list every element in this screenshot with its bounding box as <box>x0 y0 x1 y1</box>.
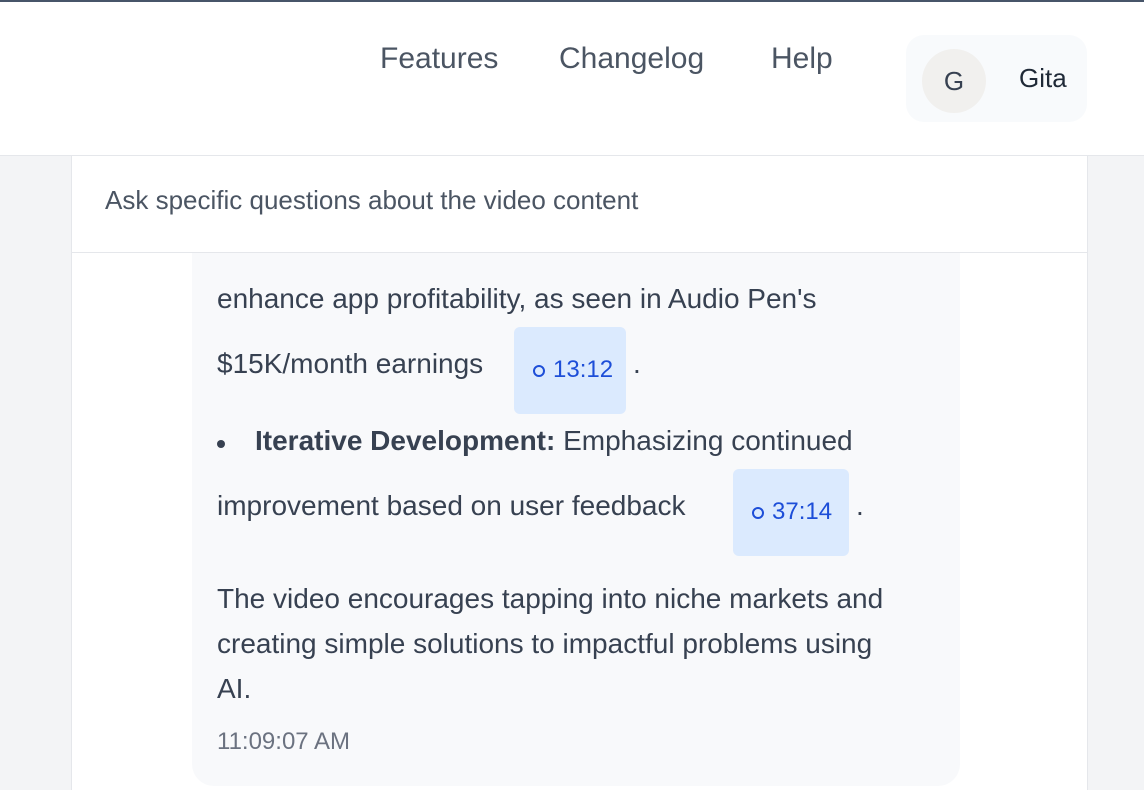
play-dot-icon <box>752 507 764 519</box>
message-text-line: AI. <box>217 673 252 704</box>
chat-messages[interactable]: enhance app profitability, as seen in Au… <box>72 253 1087 790</box>
message-text-line: creating simple solutions to impactful p… <box>217 628 873 659</box>
assistant-message-bubble: enhance app profitability, as seen in Au… <box>192 253 960 786</box>
timestamp-label: 37:14 <box>772 498 833 525</box>
bullet-item-description: Emphasizing continued <box>555 425 853 456</box>
right-gutter <box>1087 156 1144 790</box>
top-navbar: Features Changelog Help G Gita <box>0 2 1144 156</box>
nav-link-help[interactable]: Help <box>771 42 833 76</box>
punctuation: . <box>856 490 864 521</box>
timestamp-label: 13:12 <box>553 356 614 383</box>
avatar: G <box>922 49 986 113</box>
chat-panel-subtitle: Ask specific questions about the video c… <box>105 185 639 215</box>
bullet-item-text: Iterative Development: Emphasizing conti… <box>255 425 853 457</box>
message-text-line: The video encourages tapping into niche … <box>217 583 884 614</box>
nav-link-features[interactable]: Features <box>380 42 498 76</box>
message-text-line: improvement based on user feedback <box>217 490 686 521</box>
chat-panel: Ask specific questions about the video c… <box>71 156 1088 790</box>
bullet-point <box>217 440 225 448</box>
message-timestamp: 11:09:07 AM <box>217 728 350 755</box>
punctuation: . <box>633 348 641 379</box>
message-text-line: $15K/month earnings <box>217 348 484 379</box>
left-gutter <box>0 156 71 790</box>
user-menu-button[interactable]: G Gita <box>906 35 1087 122</box>
bullet-item-title: Iterative Development: <box>255 425 556 456</box>
message-text-line: enhance app profitability, as seen in Au… <box>217 283 817 314</box>
play-dot-icon <box>533 365 545 377</box>
timestamp-link[interactable]: 37:14 <box>733 469 849 556</box>
nav-link-changelog[interactable]: Changelog <box>559 42 704 76</box>
user-name: Gita <box>1019 63 1067 93</box>
timestamp-link[interactable]: 13:12 <box>514 327 626 414</box>
